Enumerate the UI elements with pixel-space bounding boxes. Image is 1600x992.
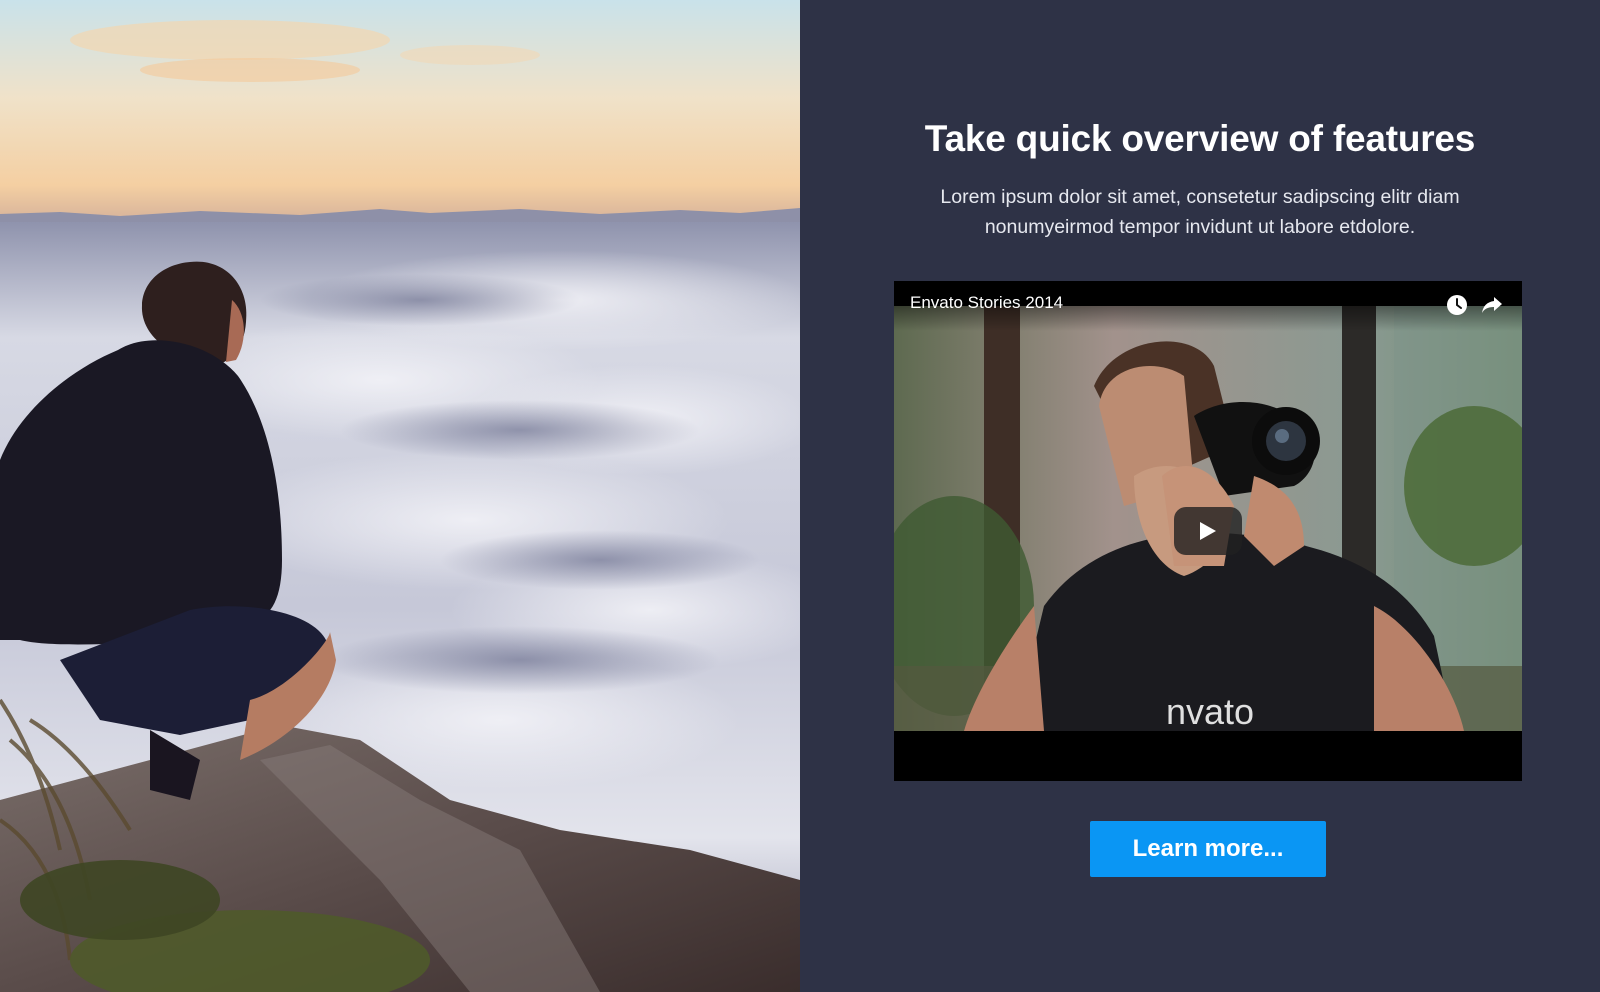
play-button[interactable] <box>1174 507 1242 555</box>
content-panel: Take quick overview of features Lorem ip… <box>800 0 1600 992</box>
video-player[interactable]: nvato Envato Stories 2014 <box>894 281 1522 781</box>
share-icon[interactable] <box>1480 294 1504 316</box>
shirt-text: nvato <box>1166 691 1254 731</box>
play-icon <box>1200 522 1216 540</box>
video-title[interactable]: Envato Stories 2014 <box>910 293 1063 313</box>
watch-later-icon[interactable] <box>1446 294 1468 316</box>
section-subtitle: Lorem ipsum dolor sit amet, consetetur s… <box>940 186 1460 238</box>
section-title: Take quick overview of features <box>924 118 1476 159</box>
photo-illustration <box>0 0 800 992</box>
learn-more-button[interactable]: Learn more... <box>1090 821 1326 877</box>
hero-photo <box>0 0 800 992</box>
